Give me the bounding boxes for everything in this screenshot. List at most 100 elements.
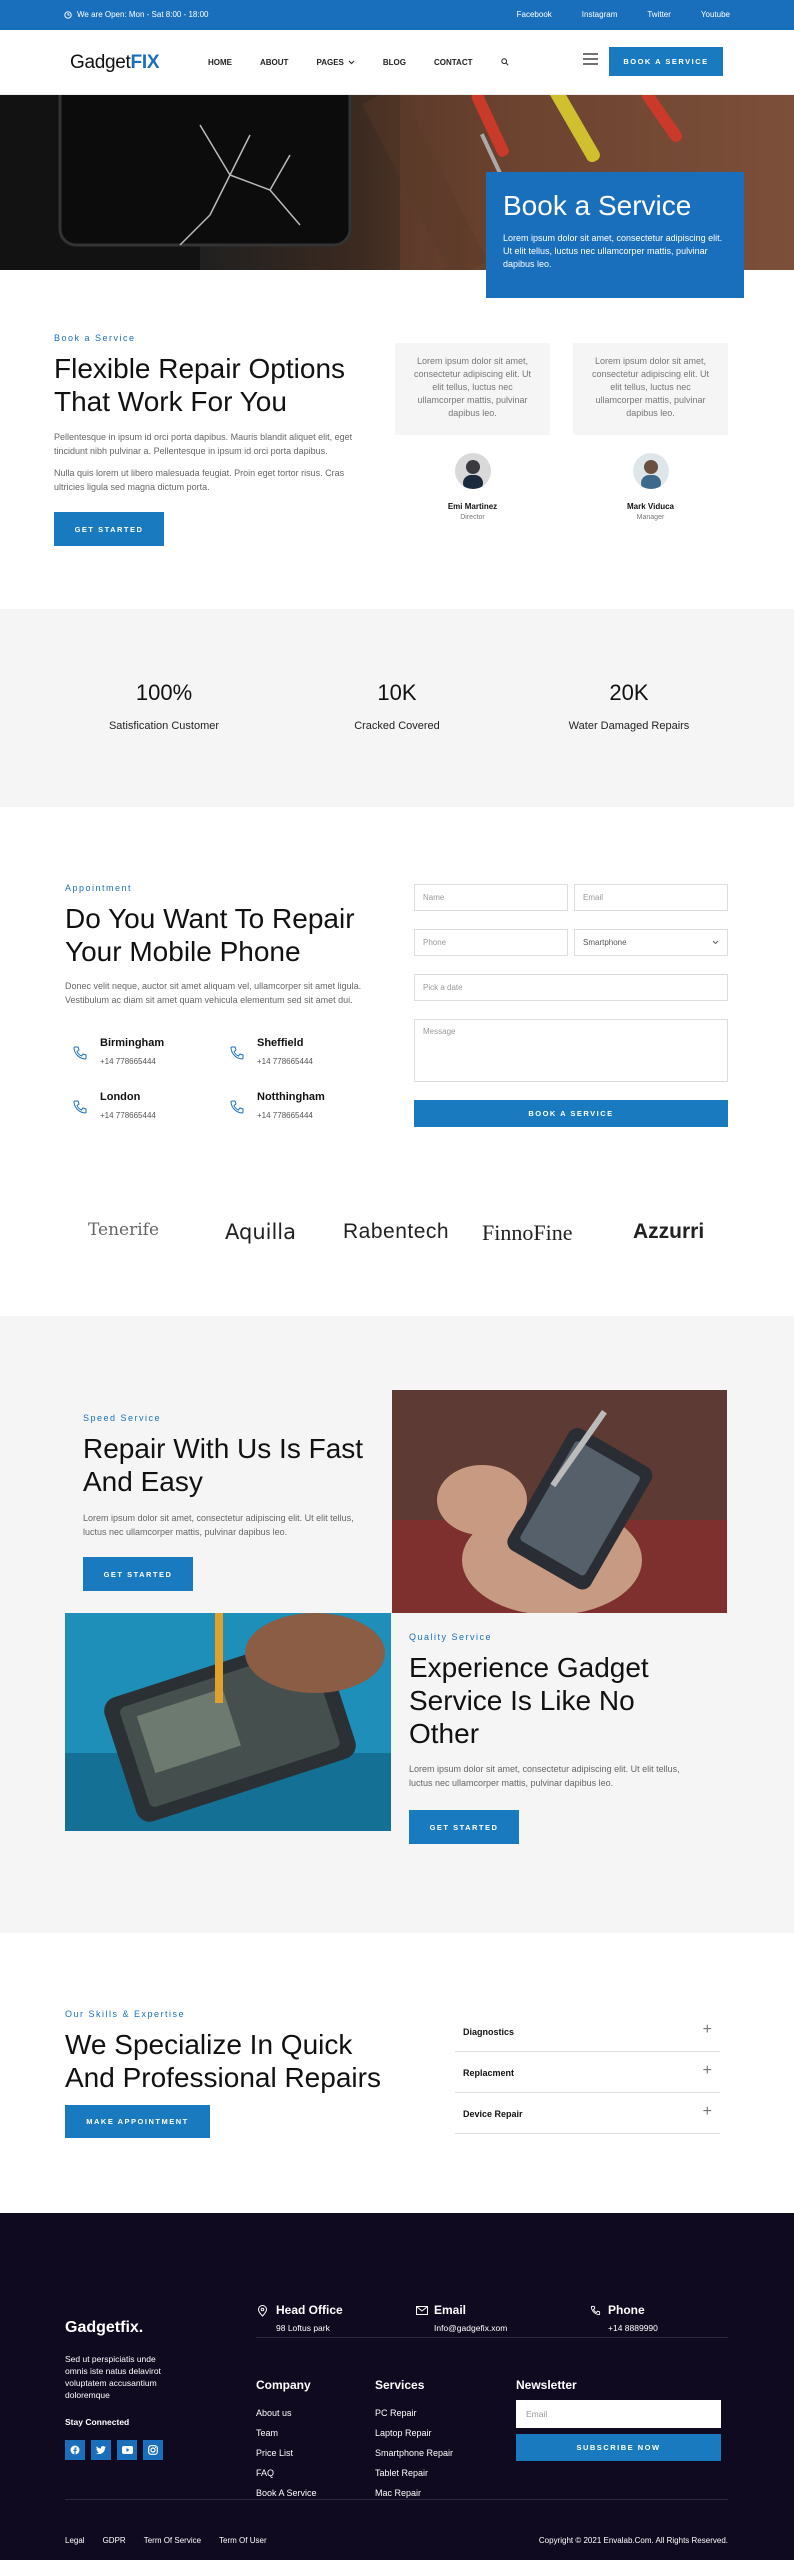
instagram-icon[interactable] xyxy=(143,2440,163,2460)
footer-link[interactable]: FAQ xyxy=(256,2463,317,2483)
repair-text-2: Nulla quis lorem ut libero malesuada feu… xyxy=(54,468,345,492)
footer-link[interactable]: Laptop Repair xyxy=(375,2423,453,2443)
date-field[interactable]: Pick a date xyxy=(414,974,728,1001)
copyright: Copyright © 2021 Envalab.Com. All Rights… xyxy=(538,2536,728,2545)
appointment-title: Do You Want To Repair Your Mobile Phone xyxy=(65,903,355,967)
hamburger-menu-icon[interactable] xyxy=(583,53,598,65)
opening-hours: We are Open: Mon - Sat 8:00 - 18:00 xyxy=(64,10,208,19)
hero-text: Lorem ipsum dolor sit amet, consectetur … xyxy=(503,233,723,269)
brand-logo-azzurri: Azzurri xyxy=(633,1220,705,1243)
footer-link[interactable]: Team xyxy=(256,2423,317,2443)
facebook-icon[interactable] xyxy=(65,2440,85,2460)
testimonial-card-2: Lorem ipsum dolor sit amet, consectetur … xyxy=(573,343,728,435)
nav-about[interactable]: ABOUT xyxy=(260,58,288,67)
phone-icon xyxy=(230,1046,244,1060)
location-pin-icon xyxy=(258,2305,267,2317)
repair-title: Flexible Repair Options That Work For Yo… xyxy=(54,353,346,417)
footer-link[interactable]: Smartphone Repair xyxy=(375,2443,453,2463)
avatar xyxy=(455,453,491,489)
repair-get-started-button[interactable]: GET STARTED xyxy=(54,512,164,546)
search-icon[interactable] xyxy=(500,58,509,66)
accordion-diagnostics[interactable]: Diagnostics + xyxy=(455,2011,720,2052)
speed-eyebrow: Speed Service xyxy=(83,1413,162,1423)
chevron-down-icon xyxy=(712,940,719,945)
plus-icon: + xyxy=(702,2062,712,2079)
footer-link[interactable]: About us xyxy=(256,2403,317,2423)
chevron-down-icon xyxy=(348,60,355,65)
stat-value: 100% xyxy=(135,680,193,705)
youtube-icon[interactable] xyxy=(117,2440,137,2460)
contact-value: Info@gadgefix.xom xyxy=(434,2323,508,2333)
message-textarea[interactable]: Message xyxy=(414,1019,728,1082)
footer-about: Sed ut perspiciatis unde omnis iste natu… xyxy=(65,2354,161,2400)
book-service-submit-button[interactable]: BOOK A SERVICE xyxy=(414,1100,728,1127)
nav-pages[interactable]: PAGES xyxy=(316,58,355,67)
footer-divider xyxy=(256,2337,728,2338)
brand-logo-rabentech: Rabentech xyxy=(343,1220,450,1243)
avatar xyxy=(633,453,669,489)
plus-icon: + xyxy=(702,2103,712,2120)
appointment-eyebrow: Appointment xyxy=(65,883,133,893)
terms-of-user-link[interactable]: Term Of User xyxy=(219,2536,267,2545)
top-bar: We are Open: Mon - Sat 8:00 - 18:00 Face… xyxy=(0,0,794,30)
speed-get-started-button[interactable]: GET STARTED xyxy=(83,1557,193,1591)
testimonial-role-2: Manager xyxy=(636,514,665,521)
footer-link[interactable]: PC Repair xyxy=(375,2403,453,2423)
contact-title: Email xyxy=(434,2303,467,2317)
testimonial-role-1: Director xyxy=(460,514,485,521)
footer-social xyxy=(65,2440,169,2460)
email-field[interactable]: Email xyxy=(574,884,728,911)
appointment-text: Donec velit neque, auctor sit amet aliqu… xyxy=(65,981,362,1005)
phone-icon xyxy=(590,2305,601,2316)
brand-logo-finnofine: FinnoFine xyxy=(482,1220,573,1245)
contact-title: Head Office xyxy=(276,2303,343,2317)
footer-brand: Gadgetfix. xyxy=(65,2319,144,2336)
youtube-link[interactable]: Youtube xyxy=(701,10,730,19)
make-appointment-button[interactable]: MAKE APPOINTMENT xyxy=(65,2105,210,2138)
services-links: PC Repair Laptop Repair Smartphone Repai… xyxy=(375,2403,453,2503)
footer-link[interactable]: Mac Repair xyxy=(375,2483,453,2503)
phone-icon xyxy=(73,1100,87,1114)
stat-label: Satisfication Customer xyxy=(108,720,220,732)
gdpr-link[interactable]: GDPR xyxy=(103,2536,126,2545)
testimonial-name-1: Emi Martinez xyxy=(447,502,498,511)
phone-field[interactable]: Phone xyxy=(414,929,568,956)
location-phone: +14 778665444 xyxy=(257,1111,313,1120)
device-select[interactable]: Smartphone xyxy=(574,929,728,956)
logo-accent: FIX xyxy=(130,52,160,73)
quality-eyebrow: Quality Service xyxy=(409,1632,493,1642)
twitter-link[interactable]: Twitter xyxy=(647,10,671,19)
accordion-replacment[interactable]: Replacment + xyxy=(455,2052,720,2093)
book-service-nav-button[interactable]: BOOK A SERVICE xyxy=(609,47,723,76)
brand-logo-aquilla: Aquilla xyxy=(225,1220,297,1244)
services-section: Speed Service Repair With Us Is Fast And… xyxy=(0,1316,794,1933)
nav-home[interactable]: HOME xyxy=(208,58,232,67)
stat-label: Water Damaged Repairs xyxy=(568,720,690,732)
location-city: Birmingham xyxy=(100,1037,165,1049)
stat-label: Cracked Covered xyxy=(354,720,440,732)
nav-contact[interactable]: CONTACT xyxy=(434,58,473,67)
site-logo[interactable]: GadgetFIX xyxy=(70,52,159,74)
nav-blog[interactable]: BLOG xyxy=(383,58,406,67)
footer-link[interactable]: Price List xyxy=(256,2443,317,2463)
footer-link[interactable]: Book A Service xyxy=(256,2483,317,2503)
newsletter-email-input[interactable]: Email xyxy=(516,2400,721,2428)
social-links: Facebook Instagram Twitter Youtube xyxy=(517,10,730,19)
instagram-link[interactable]: Instagram xyxy=(582,10,618,19)
footer-link[interactable]: Tablet Repair xyxy=(375,2463,453,2483)
contact-value: 98 Loftus park xyxy=(276,2323,330,2333)
legal-link[interactable]: Legal xyxy=(65,2536,85,2545)
quality-get-started-button[interactable]: GET STARTED xyxy=(409,1810,519,1844)
stay-connected-label: Stay Connected xyxy=(65,2417,130,2427)
main-nav: GadgetFIX HOME ABOUT PAGES BLOG CONTACT … xyxy=(0,30,794,95)
name-field[interactable]: Name xyxy=(414,884,568,911)
accordion-label: Replacment xyxy=(463,2068,515,2078)
location-phone: +14 778665444 xyxy=(257,1057,313,1066)
skills-eyebrow: Our Skills & Expertise xyxy=(65,2009,186,2019)
stat-water: 20K Water Damaged Repairs xyxy=(529,680,729,732)
terms-of-service-link[interactable]: Term Of Service xyxy=(144,2536,201,2545)
facebook-link[interactable]: Facebook xyxy=(517,10,552,19)
accordion-device-repair[interactable]: Device Repair + xyxy=(455,2093,720,2134)
subscribe-button[interactable]: SUBSCRIBE NOW xyxy=(516,2434,721,2461)
twitter-icon[interactable] xyxy=(91,2440,111,2460)
